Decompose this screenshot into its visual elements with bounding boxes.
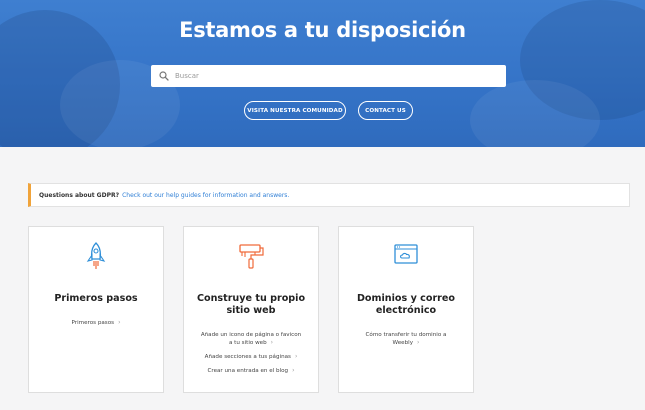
card-title-line-2: electrónico — [375, 305, 437, 316]
gdpr-help-link[interactable]: Check out our help guides for informatio… — [122, 192, 289, 199]
link-label-text: a tu sitio web — [228, 340, 267, 346]
chevron-right-icon: › — [292, 367, 295, 374]
gdpr-notice: Questions about GDPR? Check out our help… — [28, 183, 630, 207]
page-title: Estamos a tu disposición — [179, 18, 466, 42]
card-domains-email: Dominios y correo electrónico Cómo trans… — [338, 226, 474, 393]
link-label-line-2: Weebly › — [339, 339, 473, 347]
link-label-line-1: Añade un icono de página o favicon — [200, 332, 302, 338]
contact-us-button[interactable]: CONTACT US — [358, 101, 413, 120]
chevron-right-icon: › — [270, 339, 274, 346]
card-title-line-2: sitio web — [226, 305, 276, 316]
chevron-right-icon: › — [118, 319, 121, 326]
card-link-sections[interactable]: Añade secciones a tus páginas › — [184, 353, 318, 361]
browser-cloud-icon — [394, 244, 418, 264]
card-link-getting-started[interactable]: Primeros pasos › — [29, 319, 163, 327]
card-build-website: Construye tu propio sitio web Añade un i… — [183, 226, 319, 393]
link-label-line-2: a tu sitio web › — [184, 339, 318, 347]
search-icon — [159, 71, 169, 81]
search-bar[interactable] — [151, 65, 506, 87]
card-getting-started: Primeros pasos Primeros pasos › — [28, 226, 164, 393]
gdpr-question: Questions about GDPR? — [39, 191, 120, 199]
link-label: Crear una entrada en el blog — [207, 368, 289, 374]
chevron-right-icon: › — [294, 353, 298, 360]
rocket-icon — [86, 242, 106, 269]
link-label: Añade secciones a tus páginas — [204, 354, 291, 360]
card-title: Primeros pasos — [54, 293, 138, 304]
search-input[interactable] — [175, 65, 506, 87]
link-label-line-1: Cómo transferir tu dominio a — [365, 332, 447, 338]
chevron-right-icon: › — [417, 339, 420, 346]
paint-roller-icon — [239, 244, 264, 269]
link-label: Primeros pasos — [71, 320, 115, 326]
link-label-text: Weebly — [392, 340, 414, 346]
card-link-favicon[interactable]: Añade un icono de página o favicon a tu … — [184, 331, 318, 347]
hero-banner: Estamos a tu disposición VISITA NUESTRA … — [0, 0, 645, 147]
card-title-line-1: Dominios y correo — [356, 293, 456, 304]
community-button[interactable]: VISITA NUESTRA COMUNIDAD — [244, 101, 346, 120]
card-link-transfer-domain[interactable]: Cómo transferir tu dominio a Weebly › — [339, 331, 473, 347]
card-link-blog-post[interactable]: Crear una entrada en el blog › — [184, 367, 318, 375]
card-title-line-1: Construye tu propio — [196, 293, 306, 304]
